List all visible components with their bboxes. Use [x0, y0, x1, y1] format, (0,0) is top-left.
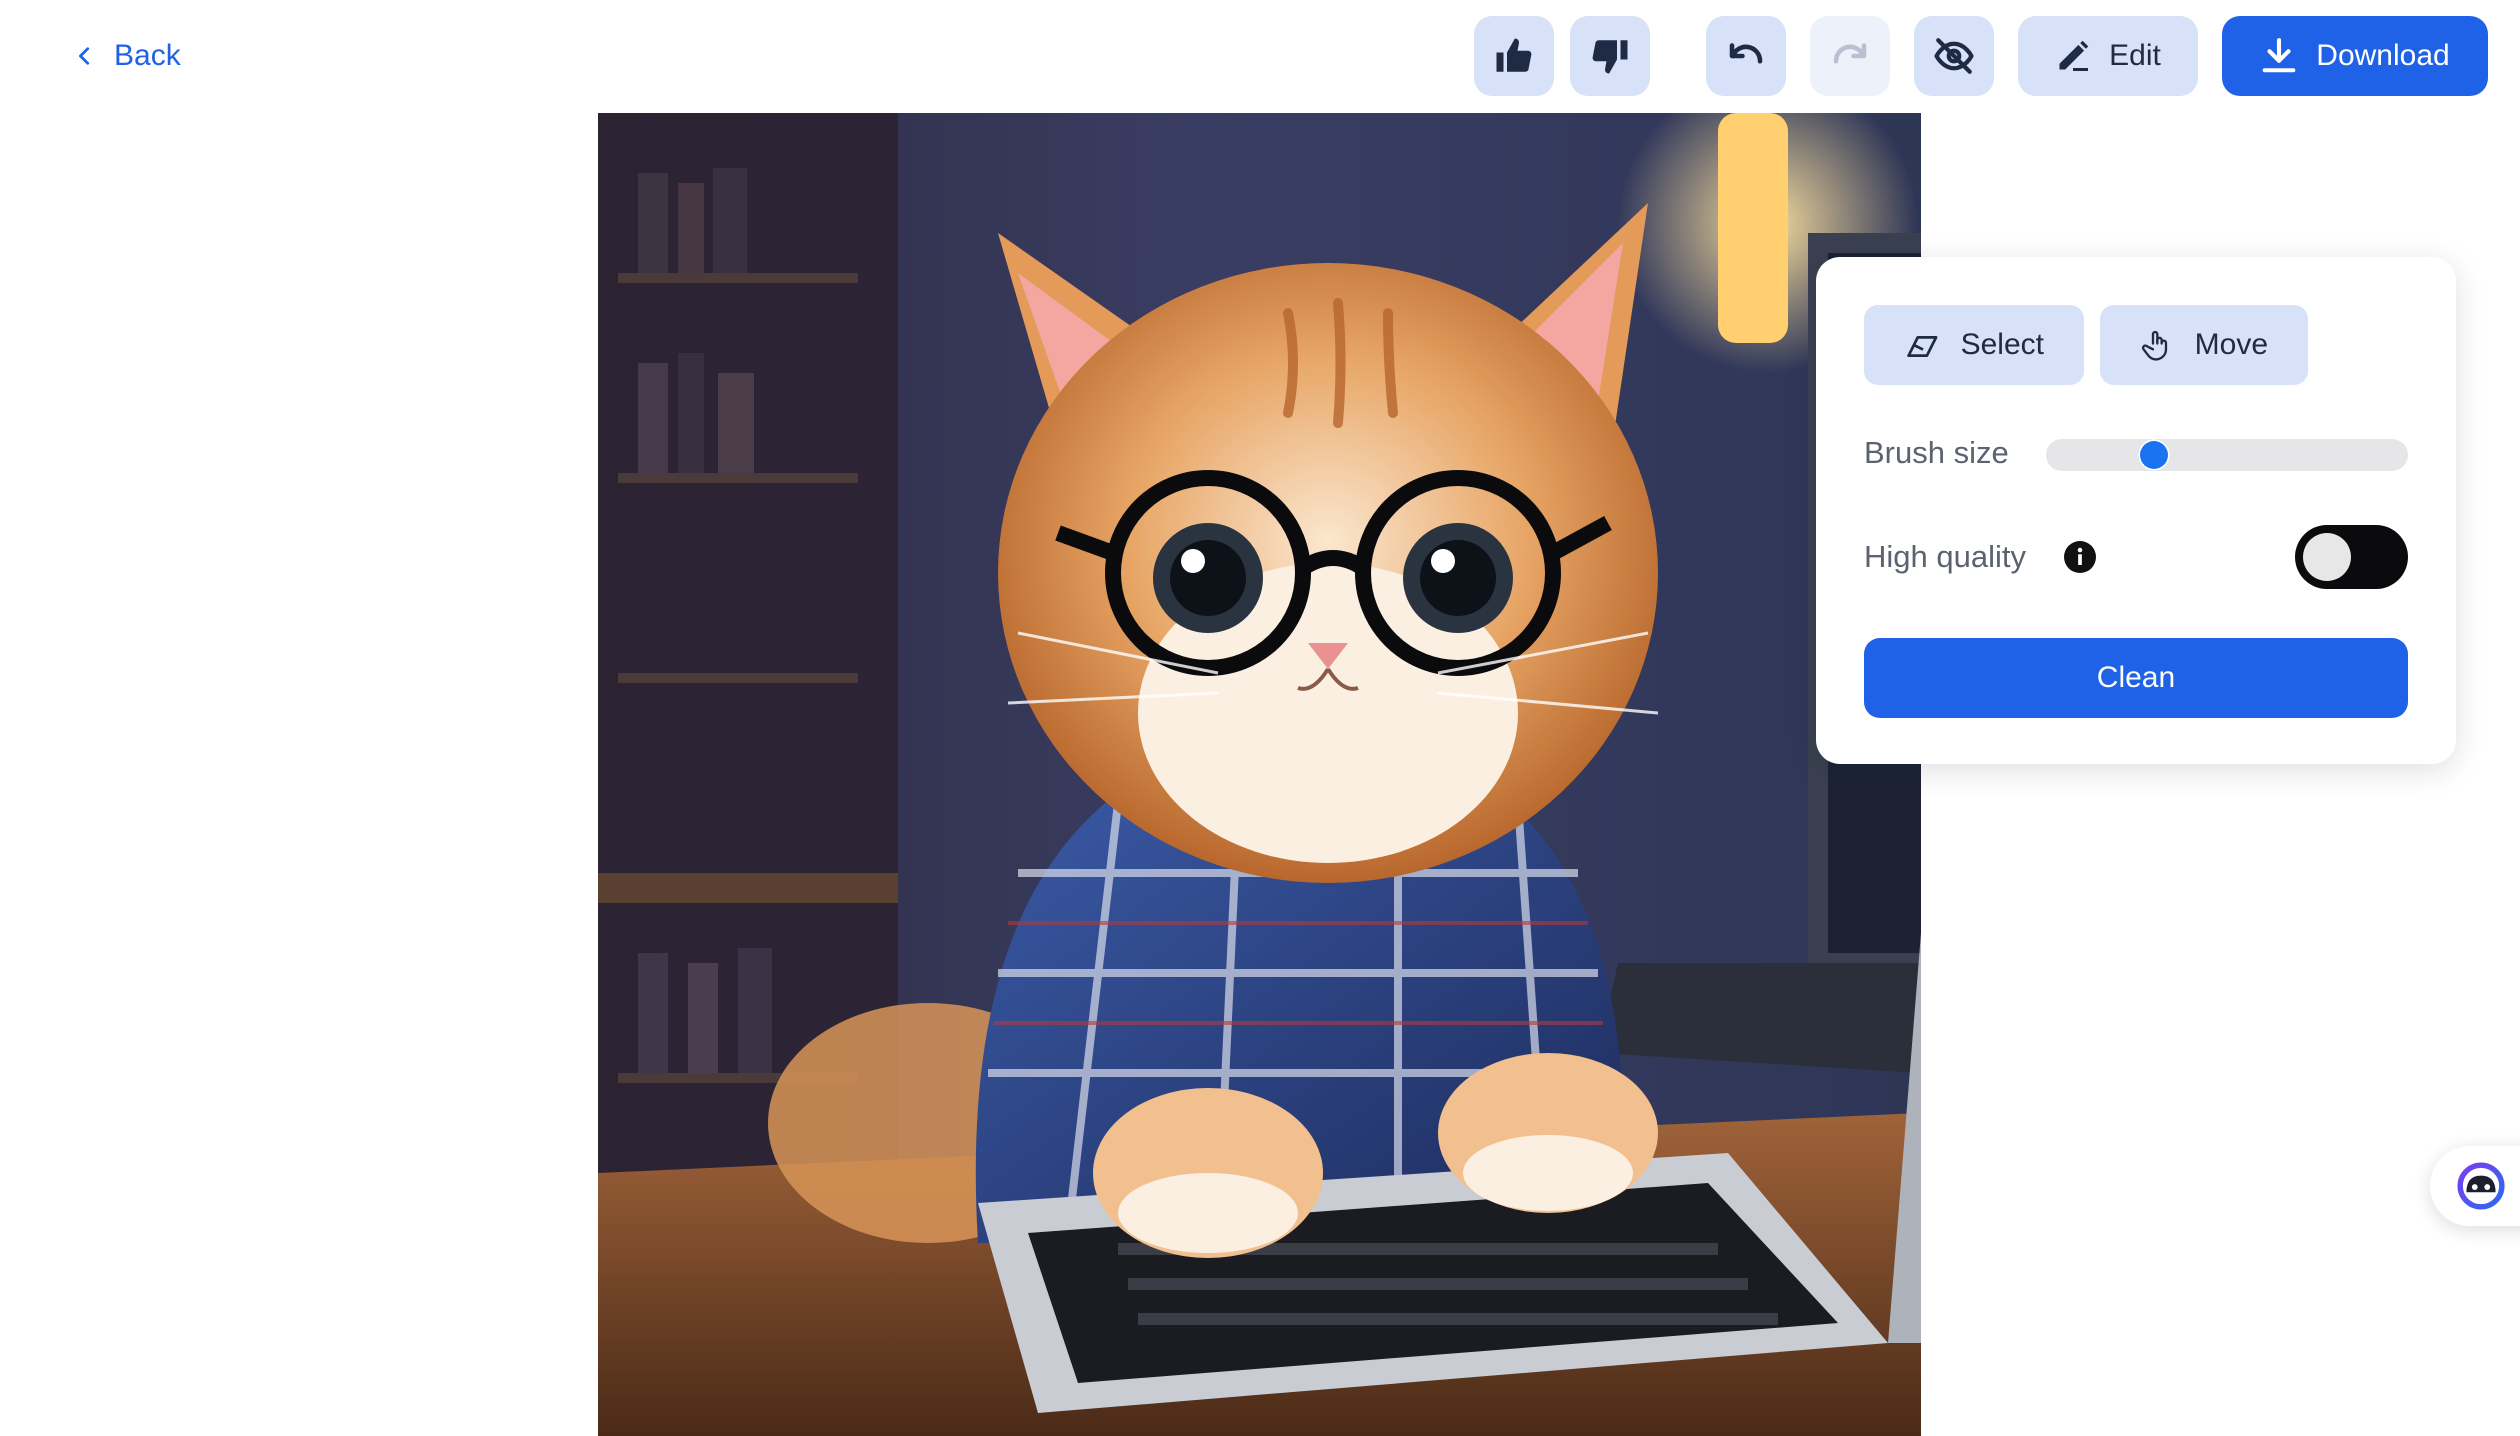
cleanup-tool-panel: Select Move Brush size High quality Clea… — [1816, 257, 2456, 764]
eraser-icon — [1907, 336, 1938, 358]
back-link[interactable]: Back — [74, 36, 181, 76]
brush-size-label: Brush size — [1864, 435, 2009, 470]
high-quality-label: High quality — [1864, 539, 2026, 574]
pencil-icon — [2059, 40, 2089, 71]
move-label: Move — [2194, 328, 2268, 361]
image-canvas[interactable] — [598, 113, 1921, 1436]
cat-photo — [598, 113, 1921, 1436]
select-mode-button[interactable]: Select — [1864, 305, 2084, 385]
chevron-left-icon — [79, 47, 90, 65]
assistant-bubble[interactable] — [2430, 1146, 2520, 1226]
toggle-knob — [2303, 533, 2351, 581]
download-label: Download — [2316, 39, 2450, 72]
edit-label: Edit — [2109, 39, 2161, 72]
undo-button[interactable] — [1706, 16, 1786, 96]
back-label: Back — [114, 39, 181, 72]
select-label: Select — [1960, 328, 2044, 361]
redo-button[interactable] — [1810, 16, 1890, 96]
page: Back Edit Download Select Move Brush siz… — [0, 0, 2520, 1436]
hand-pointer-icon — [2141, 330, 2168, 361]
brush-size-slider[interactable] — [2046, 439, 2408, 471]
high-quality-toggle[interactable] — [2295, 525, 2408, 589]
dislike-button[interactable] — [1570, 16, 1650, 96]
info-glyph — [2065, 542, 2095, 572]
assistant-face-icon — [2457, 1162, 2505, 1210]
undo-icon — [1729, 43, 1763, 64]
download-icon — [2262, 38, 2296, 73]
move-mode-button[interactable]: Move — [2100, 305, 2308, 385]
like-button[interactable] — [1474, 16, 1554, 96]
eye-off-icon — [1934, 38, 1974, 74]
info-icon[interactable] — [2064, 541, 2096, 573]
edit-button[interactable]: Edit — [2018, 16, 2198, 96]
clean-button[interactable]: Clean — [1864, 638, 2408, 718]
redo-icon — [1833, 43, 1867, 64]
thumbs-down-icon — [1592, 40, 1628, 74]
thumbs-up-icon — [1496, 38, 1532, 72]
brush-size-slider-thumb[interactable] — [2138, 439, 2170, 471]
download-button[interactable]: Download — [2222, 16, 2488, 96]
toggle-visibility-button[interactable] — [1914, 16, 1994, 96]
